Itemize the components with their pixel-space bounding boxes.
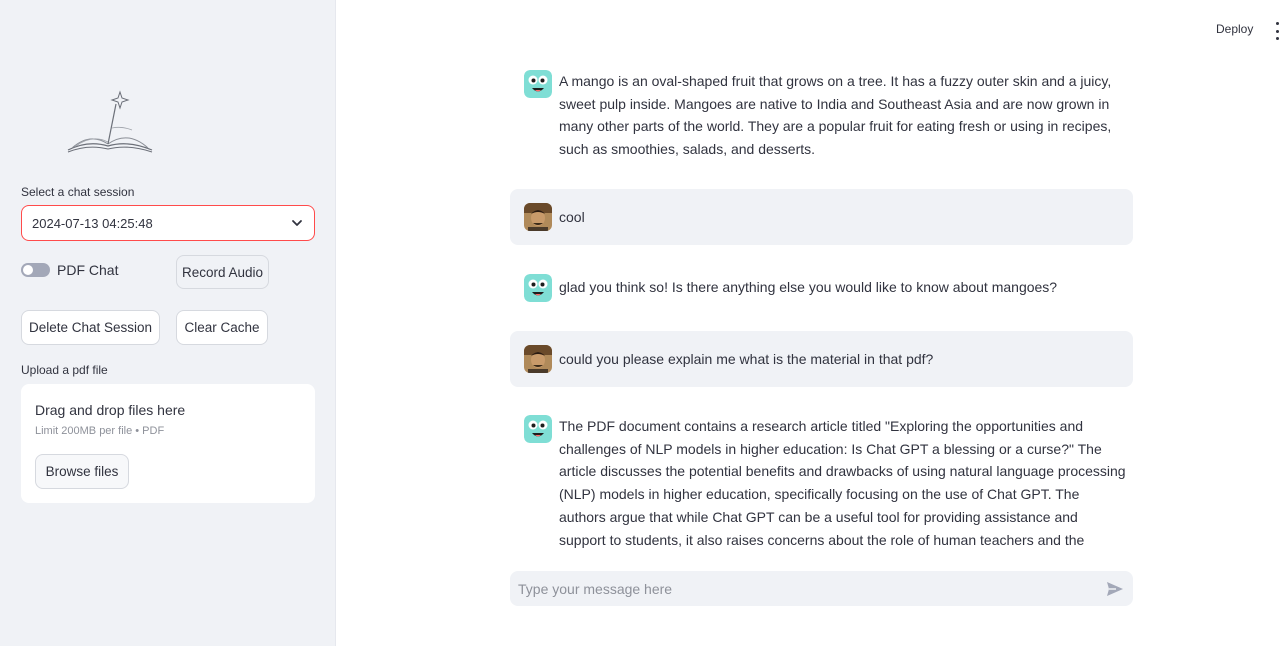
bot-avatar-icon xyxy=(524,415,552,443)
message-text: glad you think so! Is there anything els… xyxy=(559,279,1058,295)
chat-session-select[interactable]: 2024-07-13 04:25:48 xyxy=(21,205,315,241)
chevron-down-icon xyxy=(292,220,302,226)
pdf-chat-toggle[interactable] xyxy=(21,263,50,277)
bot-avatar-icon xyxy=(524,274,552,302)
message-text: A mango is an oval-shaped fruit that gro… xyxy=(559,73,1112,158)
bot-avatar-icon xyxy=(524,70,552,98)
user-avatar-icon xyxy=(524,345,552,373)
upload-label: Upload a pdf file xyxy=(21,363,108,377)
session-select-label: Select a chat session xyxy=(21,185,135,199)
pdf-chat-label: PDF Chat xyxy=(57,262,119,278)
chat-message-assistant: A mango is an oval-shaped fruit that gro… xyxy=(510,60,1133,180)
deploy-button[interactable]: Deploy xyxy=(1206,18,1263,40)
kebab-menu-icon[interactable] xyxy=(1270,22,1280,40)
record-audio-button[interactable]: Record Audio xyxy=(176,255,269,289)
chat-message-user: cool xyxy=(510,189,1133,245)
message-text: cool xyxy=(559,209,585,225)
clear-cache-button[interactable]: Clear Cache xyxy=(176,310,268,345)
chat-message-assistant: The PDF document contains a research art… xyxy=(510,405,1133,553)
chat-message-input[interactable] xyxy=(518,580,1105,597)
sidebar: Select a chat session 2024-07-13 04:25:4… xyxy=(0,0,336,646)
chat-message-assistant: glad you think so! Is there anything els… xyxy=(510,262,1133,314)
message-text: could you please explain me what is the … xyxy=(559,351,934,367)
open-book-logo xyxy=(67,90,153,153)
send-icon[interactable] xyxy=(1105,580,1125,598)
chat-input-bar xyxy=(510,571,1133,606)
drag-drop-text: Drag and drop files here xyxy=(35,402,186,418)
chat-message-user: could you please explain me what is the … xyxy=(510,331,1133,387)
message-text: The PDF document contains a research art… xyxy=(559,418,1126,548)
user-avatar-icon xyxy=(524,203,552,231)
file-uploader-dropzone[interactable]: Drag and drop files here Limit 200MB per… xyxy=(21,384,315,503)
chat-session-select-value: 2024-07-13 04:25:48 xyxy=(32,215,153,231)
delete-chat-session-button[interactable]: Delete Chat Session xyxy=(21,310,160,345)
upload-limit-text: Limit 200MB per file • PDF xyxy=(35,425,165,437)
pdf-chat-toggle-row: PDF Chat xyxy=(21,262,118,278)
browse-files-button[interactable]: Browse files xyxy=(35,454,129,489)
